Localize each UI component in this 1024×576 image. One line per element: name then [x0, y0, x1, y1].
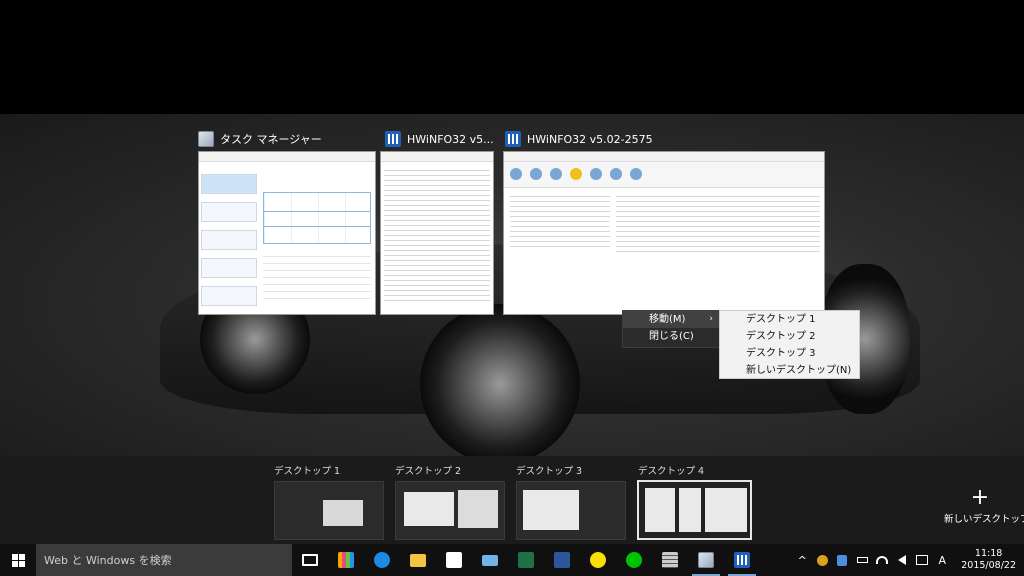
- taskbar-app-excel[interactable]: [508, 544, 544, 576]
- desktop-thumbnail-3[interactable]: [516, 481, 626, 540]
- window-thumbnail-hwinfo-sensors[interactable]: [380, 151, 494, 315]
- desktop-label-1: デスクトップ 1: [274, 466, 341, 477]
- desktop-thumbnail-4[interactable]: [637, 480, 752, 540]
- move-submenu: デスクトップ 1 デスクトップ 2 デスクトップ 3 新しいデスクトップ(N): [719, 310, 860, 379]
- edge-icon: [374, 552, 390, 568]
- hwinfo-icon: [734, 552, 750, 568]
- cpu-graph: [263, 192, 371, 244]
- action-center-icon[interactable]: [915, 553, 929, 567]
- desktop-label-2: デスクトップ 2: [395, 466, 462, 477]
- notification-app-icon[interactable]: [815, 553, 829, 567]
- window-title-label: HWiNFO32 v5.02-2575: [527, 132, 653, 146]
- mini-window: [323, 500, 363, 526]
- submenu-item-desktop-2[interactable]: デスクトップ 2: [720, 328, 859, 345]
- wallpaper-wheel-front: [420, 304, 580, 456]
- window-context-menu: 移動(M) › 閉じる(C): [622, 310, 720, 348]
- taskbar-app-task-manager[interactable]: [688, 544, 724, 576]
- ime-indicator[interactable]: A: [935, 553, 949, 567]
- submenu-item-desktop-1[interactable]: デスクトップ 1: [720, 311, 859, 328]
- mini-window: [404, 492, 454, 526]
- taskbar-app-store[interactable]: [436, 544, 472, 576]
- desktop-label-3: デスクトップ 3: [516, 466, 583, 477]
- sensor-table: [384, 166, 490, 302]
- menu-item-close[interactable]: 閉じる(C): [623, 328, 719, 345]
- taskbar-app-store-tiles[interactable]: [328, 544, 364, 576]
- windows-logo-icon: [11, 553, 25, 567]
- window-title-hwinfo-2[interactable]: HWiNFO32 v5.02-2575: [505, 130, 653, 148]
- taskbar-app-hwinfo[interactable]: [724, 544, 760, 576]
- clock-date: 2015/08/22: [961, 560, 1016, 571]
- hwinfo-icon: [505, 131, 521, 147]
- submenu-item-desktop-3[interactable]: デスクトップ 3: [720, 345, 859, 362]
- window-title-label: タスク マネージャー: [220, 133, 322, 146]
- window-title-task-manager[interactable]: タスク マネージャー: [198, 130, 322, 148]
- taskbar-app-laptop[interactable]: [472, 544, 508, 576]
- cpu-stats: [263, 250, 371, 300]
- menu-item-label: 移動(M): [649, 314, 686, 325]
- security-icon[interactable]: [835, 553, 849, 567]
- desktop-thumbnail-2[interactable]: [395, 481, 505, 540]
- taskbar-app-edge[interactable]: [364, 544, 400, 576]
- mini-window: [705, 488, 747, 532]
- mini-window: [679, 488, 701, 532]
- thumbnail-titlebar: [199, 152, 375, 162]
- taskbar-app-calculator[interactable]: [652, 544, 688, 576]
- mini-window: [645, 488, 675, 532]
- kakaotalk-icon: [590, 552, 606, 568]
- hwinfo-icon: [385, 131, 401, 147]
- store-tiles-icon: [338, 552, 354, 568]
- word-icon: [554, 552, 570, 568]
- taskbar-app-explorer[interactable]: [400, 544, 436, 576]
- mini-window: [458, 490, 498, 528]
- line-icon: [626, 552, 642, 568]
- file-explorer-icon: [410, 553, 426, 567]
- task-manager-icon: [698, 552, 714, 568]
- desktop-label-4: デスクトップ 4: [638, 466, 705, 477]
- excel-icon: [518, 552, 534, 568]
- device-details: [616, 192, 820, 252]
- window-thumbnail-task-manager[interactable]: [198, 151, 376, 315]
- menu-item-move[interactable]: 移動(M) ›: [623, 311, 719, 328]
- clock[interactable]: 11:18 2015/08/22: [961, 548, 1016, 572]
- window-thumbnail-hwinfo-main[interactable]: [503, 151, 825, 315]
- mini-window: [523, 490, 579, 530]
- taskbar-app-word[interactable]: [544, 544, 580, 576]
- virtual-desktop-bar: [0, 456, 1024, 544]
- task-view-button[interactable]: [292, 544, 328, 576]
- search-placeholder: Web と Windows を検索: [44, 554, 172, 567]
- taskbar: Web と Windows を検索 ^ A 11:18 2015/08/22: [0, 544, 1024, 576]
- plus-icon: +: [970, 485, 990, 510]
- desktop-thumbnail-1[interactable]: [274, 481, 384, 540]
- search-box[interactable]: Web と Windows を検索: [36, 544, 292, 576]
- start-button[interactable]: [0, 544, 36, 576]
- new-desktop-label: 新しいデスクトップ: [944, 514, 1024, 525]
- system-tray: ^ A 11:18 2015/08/22: [795, 544, 1024, 576]
- taskbar-app-kakaotalk[interactable]: [580, 544, 616, 576]
- taskbar-app-line[interactable]: [616, 544, 652, 576]
- device-tree: [510, 192, 610, 248]
- task-view-icon: [302, 554, 318, 566]
- chevron-up-icon[interactable]: ^: [795, 553, 809, 567]
- calculator-icon: [662, 552, 678, 568]
- window-title-label: HWiNFO32 v5...: [407, 132, 494, 146]
- power-plug-icon[interactable]: [855, 553, 869, 567]
- thumbnail-sidebar: [201, 174, 257, 306]
- new-desktop-button[interactable]: + 新しいデスクトップ: [944, 485, 1024, 526]
- task-manager-icon: [198, 131, 214, 147]
- submenu-item-new-desktop[interactable]: 新しいデスクトップ(N): [720, 362, 859, 379]
- store-icon: [446, 552, 462, 568]
- window-title-hwinfo-1[interactable]: HWiNFO32 v5...: [385, 130, 494, 148]
- thumbnail-titlebar: [504, 152, 824, 162]
- volume-icon[interactable]: [895, 553, 909, 567]
- thumbnail-toolbar: [504, 162, 824, 188]
- laptop-icon: [482, 554, 498, 566]
- screen: タスク マネージャー HWiNFO32 v5... HWiNFO32 v5.02…: [0, 0, 1024, 576]
- menu-item-label: 閉じる(C): [649, 331, 694, 342]
- wifi-icon[interactable]: [875, 553, 889, 567]
- clock-time: 11:18: [974, 548, 1003, 559]
- thumbnail-titlebar: [381, 152, 493, 162]
- chevron-right-icon: ›: [709, 314, 713, 324]
